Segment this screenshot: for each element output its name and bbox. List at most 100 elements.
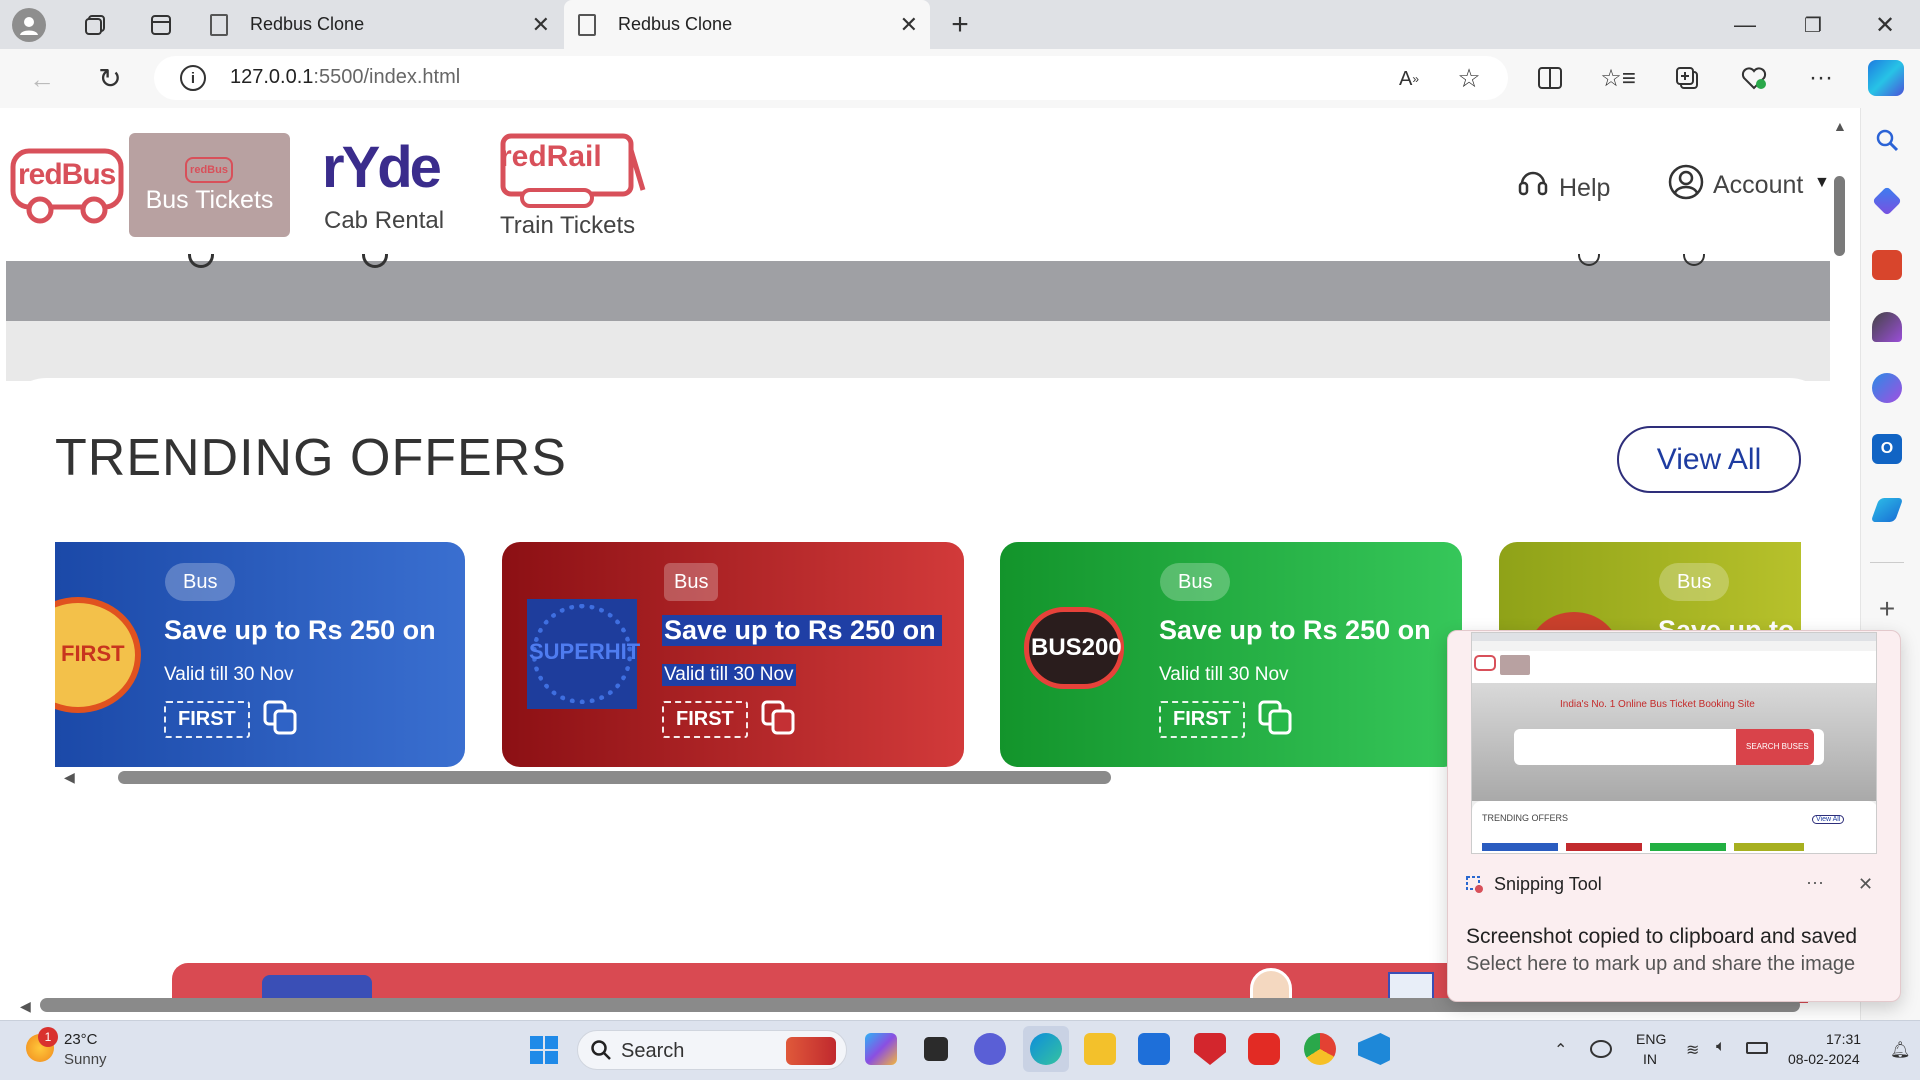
microsoft-365-icon[interactable] xyxy=(1872,373,1902,403)
copy-icon[interactable] xyxy=(761,700,795,735)
offers-scrollbar-thumb[interactable] xyxy=(118,771,1111,784)
search-icon xyxy=(590,1039,612,1066)
screenshot-thumbnail[interactable]: India's No. 1 Online Bus Ticket Booking … xyxy=(1471,632,1877,854)
tab-redbus-clone-1[interactable]: Redbus Clone ✕ xyxy=(196,0,562,49)
reload-icon[interactable]: ↻ xyxy=(95,62,125,94)
url-text[interactable]: 127.0.0.1:5500/index.html xyxy=(230,66,460,89)
site-info-icon[interactable]: i xyxy=(180,65,206,91)
account-menu[interactable]: Account ▼ xyxy=(1668,164,1830,205)
youtube-icon[interactable] xyxy=(1248,1033,1280,1065)
copy-icon[interactable] xyxy=(263,700,297,735)
vertical-tabs-icon[interactable] xyxy=(146,10,176,40)
network-status-icon[interactable] xyxy=(1590,1040,1612,1058)
copilot-icon[interactable] xyxy=(1868,60,1904,96)
badge-text: FIRST xyxy=(61,641,125,666)
battery-icon[interactable] xyxy=(1746,1042,1768,1054)
nav-train-tickets[interactable]: redRail Train Tickets xyxy=(498,126,648,241)
close-window-icon[interactable]: ✕ xyxy=(1870,8,1900,42)
thumb-search-button: SEARCH BUSES xyxy=(1746,742,1809,751)
first-badge-icon: FIRST xyxy=(55,597,141,713)
train-tickets-label: Train Tickets xyxy=(500,212,636,239)
file-explorer-icon[interactable] xyxy=(1084,1033,1116,1065)
outlook-icon[interactable]: O xyxy=(1872,434,1902,464)
sidebar-divider xyxy=(1870,562,1904,563)
toast-more-icon[interactable]: ··· xyxy=(1806,872,1824,893)
offer-card[interactable]: SUPERHIT Bus Save up to Rs 250 on Valid … xyxy=(502,542,964,767)
workspaces-icon[interactable] xyxy=(80,10,110,40)
task-view-icon[interactable] xyxy=(924,1037,948,1061)
chrome-icon[interactable] xyxy=(1304,1033,1336,1065)
minimize-icon[interactable]: — xyxy=(1730,8,1760,42)
view-all-button[interactable]: View All xyxy=(1617,426,1801,493)
account-label: Account xyxy=(1713,171,1804,199)
notification-bell-icon[interactable]: 🔔︎ xyxy=(1890,1040,1910,1060)
wifi-icon[interactable]: ≋ xyxy=(1686,1040,1699,1060)
offer-code: FIRST xyxy=(164,701,250,738)
profile-icon[interactable] xyxy=(12,8,46,42)
favorites-icon[interactable]: ☆≡ xyxy=(1600,62,1636,94)
copilot-pre-icon[interactable] xyxy=(865,1033,897,1065)
collections-icon[interactable] xyxy=(1672,62,1702,94)
offer-tag: Bus xyxy=(664,563,719,601)
bus-tab-label: Bus Tickets xyxy=(145,186,274,214)
search-icon[interactable] xyxy=(1872,125,1902,155)
tools-icon[interactable] xyxy=(1872,250,1902,280)
headset-icon xyxy=(1518,166,1548,203)
volume-icon[interactable]: 🔈︎ xyxy=(1716,1038,1726,1056)
taskbar-search-box[interactable]: Search xyxy=(577,1030,847,1070)
restore-icon[interactable]: ❐ xyxy=(1798,8,1828,42)
page-icon xyxy=(578,13,596,36)
favorite-star-icon[interactable]: ☆ xyxy=(1454,62,1484,94)
back-icon[interactable]: ← xyxy=(26,64,58,94)
offer-code: FIRST xyxy=(662,701,748,738)
redbus-logo[interactable]: redBus xyxy=(10,148,124,224)
close-tab-icon[interactable]: ✕ xyxy=(532,12,550,38)
chat-icon[interactable] xyxy=(974,1033,1006,1065)
close-tab-icon[interactable]: ✕ xyxy=(900,12,918,38)
offer-tag: Bus xyxy=(1659,563,1730,601)
language-region[interactable]: IN xyxy=(1643,1051,1657,1067)
page-vertical-scrollbar[interactable] xyxy=(1834,176,1845,256)
read-aloud-icon[interactable]: A» xyxy=(1394,64,1424,94)
offer-tag: Bus xyxy=(1160,563,1231,601)
nav-bus-tickets[interactable]: redBus Bus Tickets xyxy=(129,133,290,237)
edge-browser-icon[interactable] xyxy=(1030,1033,1062,1065)
language-code[interactable]: ENG xyxy=(1636,1031,1666,1047)
tab-redbus-clone-2[interactable]: Redbus Clone ✕ xyxy=(564,0,930,49)
weather-desc[interactable]: Sunny xyxy=(64,1051,107,1068)
offer-card[interactable]: FIRST Bus Save up to Rs 250 on Valid til… xyxy=(55,542,465,767)
page-icon xyxy=(210,13,228,36)
section-gap xyxy=(6,321,1830,381)
search-highlight-icon xyxy=(786,1037,836,1065)
browser-essentials-icon[interactable] xyxy=(1739,62,1769,94)
microsoft-store-icon[interactable] xyxy=(1138,1033,1170,1065)
thumb-view-all: View All xyxy=(1812,815,1845,824)
new-tab-icon[interactable]: + xyxy=(943,8,977,42)
weather-temp[interactable]: 23°C xyxy=(64,1031,98,1048)
windows-start-icon[interactable] xyxy=(529,1035,559,1065)
user-icon xyxy=(1668,164,1704,205)
vscroll-up-arrow-icon[interactable]: ▲ xyxy=(1833,118,1847,134)
offer-tag: Bus xyxy=(165,563,236,601)
more-menu-icon[interactable]: ··· xyxy=(1806,62,1836,94)
badge-text: BUS200 xyxy=(1031,634,1122,661)
add-sidebar-app-icon[interactable]: + xyxy=(1872,593,1902,624)
logo-text: redBus xyxy=(18,158,116,191)
browser-tab-bar: Redbus Clone ✕ Redbus Clone ✕ + — ❐ ✕ xyxy=(0,0,1920,49)
scroll-left-arrow-icon[interactable]: ◀ xyxy=(64,769,75,786)
url-path: :5500/index.html xyxy=(313,66,461,88)
thumb-offers-title: TRENDING OFFERS xyxy=(1482,813,1569,823)
clock-date[interactable]: 08-02-2024 xyxy=(1788,1051,1860,1067)
show-hidden-icons[interactable]: ⌃ xyxy=(1554,1040,1567,1060)
search-band xyxy=(6,261,1830,321)
clock-time[interactable]: 17:31 xyxy=(1826,1031,1861,1047)
toast-close-icon[interactable]: ✕ xyxy=(1858,874,1873,895)
hscroll-left-arrow-icon[interactable]: ◀ xyxy=(20,998,31,1015)
games-icon[interactable] xyxy=(1872,312,1902,342)
offer-card[interactable]: BUS200 Bus Save up to Rs 250 on Valid ti… xyxy=(1000,542,1462,767)
split-screen-icon[interactable] xyxy=(1535,62,1565,94)
search-placeholder: Search xyxy=(621,1040,685,1062)
copy-icon[interactable] xyxy=(1258,700,1292,735)
nav-cab-rental[interactable]: rYde Cab Rental xyxy=(316,132,458,238)
help-link[interactable]: Help xyxy=(1518,166,1628,206)
